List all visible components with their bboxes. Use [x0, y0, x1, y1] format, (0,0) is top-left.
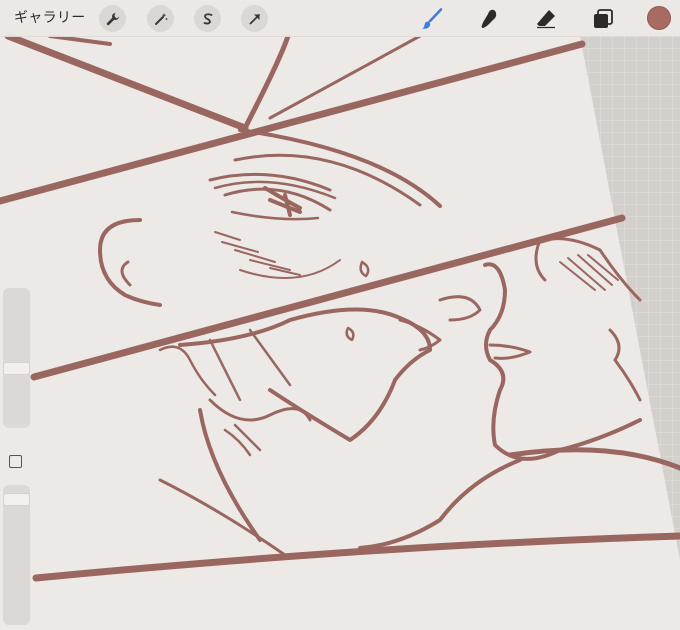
layers-icon: [594, 9, 613, 28]
procreate-app: ギャラリー: [0, 0, 680, 630]
layers-button[interactable]: [589, 5, 617, 33]
modify-button[interactable]: [9, 455, 22, 468]
selection-s-icon: [203, 12, 212, 24]
drawing-canvas[interactable]: [0, 0, 680, 630]
transform-arrow-icon: [249, 13, 260, 24]
color-picker-button[interactable]: [647, 6, 671, 30]
eraser-tool-button[interactable]: [532, 5, 560, 33]
opacity-slider[interactable]: [3, 485, 30, 625]
brush-size-slider[interactable]: [3, 288, 30, 428]
left-sidebar: [0, 280, 33, 630]
brush-size-thumb[interactable]: [3, 362, 30, 375]
top-toolbar: ギャラリー: [0, 0, 680, 37]
smudge-tool-button[interactable]: [475, 5, 503, 33]
gallery-button[interactable]: ギャラリー: [10, 7, 90, 29]
brush-tool-button[interactable]: [418, 5, 446, 33]
magic-wand-icon: [154, 12, 167, 25]
adjustments-button[interactable]: [147, 5, 174, 32]
eraser-icon: [537, 10, 555, 29]
opacity-thumb[interactable]: [3, 493, 30, 506]
selection-button[interactable]: [194, 5, 221, 32]
smudge-icon: [481, 9, 497, 29]
brush-icon: [422, 8, 443, 29]
wrench-icon: [106, 12, 119, 25]
transform-button[interactable]: [241, 5, 268, 32]
actions-button[interactable]: [99, 5, 126, 32]
